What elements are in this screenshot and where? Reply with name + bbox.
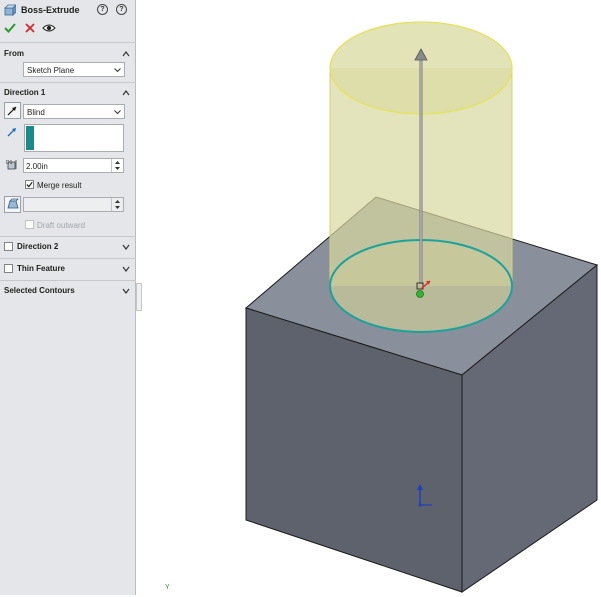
- chevron-down-icon[interactable]: [122, 243, 130, 251]
- detailed-preview-icon[interactable]: ?: [97, 4, 108, 15]
- preview-eye-icon[interactable]: [42, 22, 56, 34]
- model-view[interactable]: [137, 0, 601, 595]
- thin-feature-checkbox[interactable]: [4, 264, 13, 273]
- from-value: Sketch Plane: [27, 66, 75, 75]
- feature-title-bar: Boss-Extrude ? ?: [0, 0, 136, 20]
- boss-extrude-icon: [4, 4, 16, 16]
- divider: [0, 236, 136, 237]
- sketch-point-icon: [416, 290, 424, 298]
- chevron-down-icon[interactable]: [122, 265, 130, 273]
- end-condition-value: Blind: [27, 108, 45, 117]
- section-direction1-label: Direction 1: [4, 88, 46, 97]
- spinner-arrows-icon: [115, 200, 120, 209]
- depth-input[interactable]: 2.00in: [23, 158, 124, 173]
- direction-selection-box[interactable]: [24, 124, 124, 152]
- draft-icon: [7, 198, 19, 209]
- section-contours-label: Selected Contours: [4, 286, 75, 295]
- depth-value: 2.00in: [26, 162, 48, 171]
- chevron-down-icon: [114, 68, 121, 73]
- divider: [0, 258, 136, 259]
- merge-result-label: Merge result: [37, 181, 82, 190]
- cancel-x-icon[interactable]: [24, 22, 36, 34]
- section-contours-header[interactable]: Selected Contours: [0, 283, 136, 299]
- view-triad-label: Y: [165, 584, 170, 591]
- section-from-header[interactable]: From: [0, 46, 136, 62]
- divider: [0, 42, 136, 43]
- feature-title: Boss-Extrude: [21, 5, 80, 15]
- reverse-direction-button[interactable]: [4, 102, 21, 119]
- divider: [0, 82, 136, 83]
- direction2-checkbox[interactable]: [4, 242, 13, 251]
- section-thin-header[interactable]: Thin Feature: [0, 261, 136, 277]
- divider: [0, 280, 136, 281]
- section-from-label: From: [4, 49, 24, 58]
- property-manager: Boss-Extrude ? ? From Sketch Plane Direc…: [0, 0, 136, 595]
- section-direction1-header[interactable]: Direction 1: [0, 85, 136, 101]
- checkmark-icon: [26, 181, 33, 188]
- merge-result-checkbox[interactable]: [25, 180, 34, 189]
- depth-icon: D1: [6, 160, 17, 170]
- section-direction2-header[interactable]: Direction 2: [0, 239, 136, 255]
- reverse-direction-icon: [7, 106, 17, 116]
- spinner-arrows-icon: [115, 161, 120, 170]
- draft-toggle-button[interactable]: [4, 196, 21, 213]
- draft-outward-label: Draft outward: [37, 221, 86, 230]
- graphics-viewport[interactable]: Y: [137, 0, 601, 595]
- draft-outward-checkbox[interactable]: [25, 220, 34, 229]
- svg-text:D1: D1: [6, 160, 13, 166]
- help-icon[interactable]: ?: [116, 4, 127, 15]
- chevron-down-icon: [114, 110, 121, 115]
- ok-checkmark-icon[interactable]: [4, 22, 16, 34]
- chevron-up-icon[interactable]: [122, 50, 130, 58]
- chevron-up-icon[interactable]: [122, 89, 130, 97]
- section-thin-label: Thin Feature: [17, 264, 66, 273]
- from-dropdown[interactable]: Sketch Plane: [23, 62, 125, 77]
- selection-accent-bar: [26, 126, 34, 150]
- depth-spinner[interactable]: [111, 159, 123, 172]
- draft-angle-input[interactable]: [23, 197, 124, 212]
- section-direction2-label: Direction 2: [17, 242, 59, 251]
- draft-angle-spinner[interactable]: [111, 198, 123, 211]
- chevron-down-icon[interactable]: [122, 287, 130, 295]
- end-condition-dropdown[interactable]: Blind: [23, 104, 125, 119]
- direction-vector-icon: [7, 128, 16, 137]
